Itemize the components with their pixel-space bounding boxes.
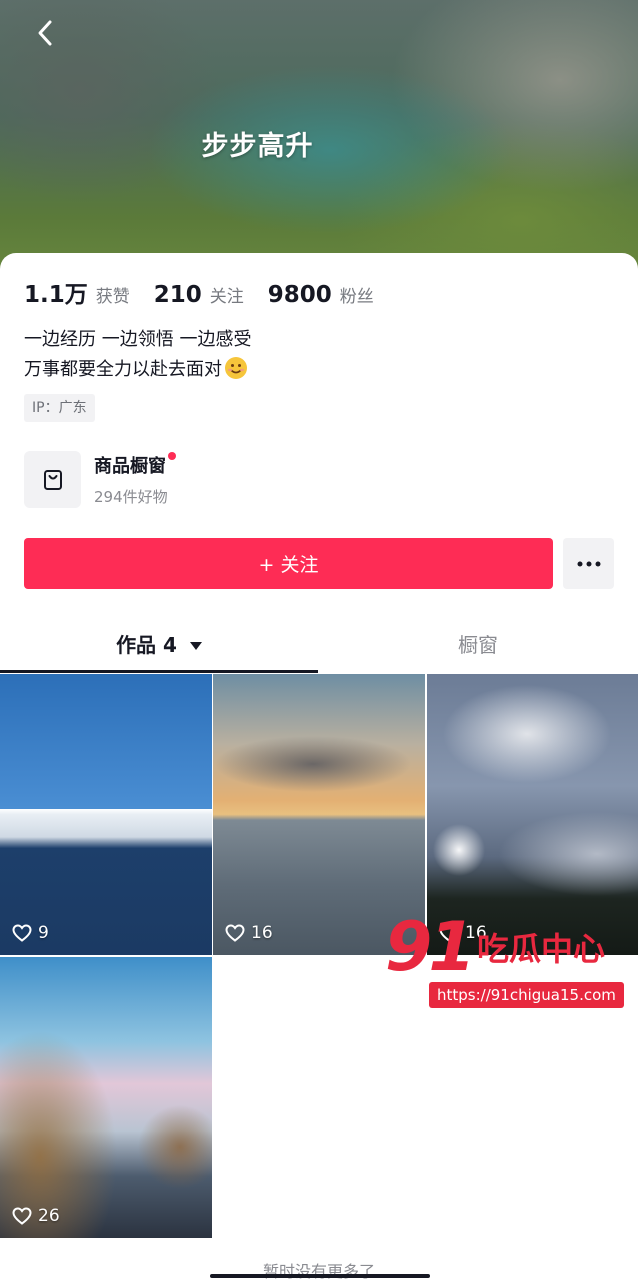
home-indicator xyxy=(210,1274,430,1278)
tab-works-label: 作品 4 xyxy=(116,633,177,657)
profile-tabs: 作品 4 橱窗 xyxy=(0,613,638,673)
watermark-logo: 91 吃瓜中心 https://91chigua15.com xyxy=(385,908,625,1010)
bio-line-2: 万事都要全力以赴去面对 xyxy=(24,359,222,380)
shop-text: 商品橱窗 294件好物 xyxy=(94,452,176,507)
stat-likes-value: 1.1万 xyxy=(24,282,88,308)
chevron-left-icon xyxy=(38,20,52,46)
triangle-down-icon[interactable] xyxy=(189,641,202,651)
like-count: 16 xyxy=(225,923,273,943)
profile-card: 1.1万 获赞 210 关注 9800 粉丝 一边经历 一边领悟 一边感受 万事… xyxy=(0,253,638,1280)
profile-banner: 步步高升 xyxy=(0,0,638,290)
stat-followers-label: 粉丝 xyxy=(339,287,374,307)
stat-followers-value: 9800 xyxy=(267,282,332,308)
bio-line-2-wrap: 万事都要全力以赴去面对 xyxy=(24,355,251,385)
stat-likes-label: 获赞 xyxy=(95,287,130,307)
shop-icon-box xyxy=(24,451,81,508)
shop-window-entry[interactable]: 商品橱窗 294件好物 xyxy=(24,451,176,508)
bio-line-1: 一边经历 一边领悟 一边感受 xyxy=(24,329,252,350)
stat-following[interactable]: 210 关注 xyxy=(154,282,244,308)
stat-following-value: 210 xyxy=(153,282,202,308)
profile-bio: 一边经历 一边领悟 一边感受 万事都要全力以赴去面对 xyxy=(24,325,251,385)
heart-icon xyxy=(12,924,32,942)
profile-stats: 1.1万 获赞 210 关注 9800 粉丝 xyxy=(24,275,398,309)
stat-followers[interactable]: 9800 粉丝 xyxy=(268,282,374,308)
watermark-text: 吃瓜中心 xyxy=(477,930,606,968)
stat-following-label: 关注 xyxy=(209,287,244,307)
like-count: 26 xyxy=(12,1206,60,1226)
like-count-value: 16 xyxy=(251,923,273,943)
heart-icon xyxy=(12,1207,32,1225)
ip-location-tag: IP：广东 xyxy=(24,394,95,422)
video-tile-4[interactable]: 26 xyxy=(0,957,212,1238)
more-dots-icon xyxy=(577,561,600,566)
notification-dot xyxy=(168,452,176,460)
like-count-value: 26 xyxy=(38,1206,60,1226)
more-options-button[interactable] xyxy=(563,538,614,589)
like-count-value: 9 xyxy=(38,923,49,943)
tab-works[interactable]: 作品 4 xyxy=(0,629,318,658)
heart-icon xyxy=(225,924,245,942)
shop-subtitle: 294件好物 xyxy=(94,488,168,506)
active-tab-indicator xyxy=(0,670,318,673)
shopping-bag-icon xyxy=(43,469,62,490)
tab-shop-window[interactable]: 橱窗 xyxy=(318,629,638,658)
watermark-number: 91 xyxy=(385,908,476,987)
profile-name: 步步高升 xyxy=(201,131,314,162)
like-count: 9 xyxy=(12,923,49,943)
stat-likes[interactable]: 1.1万 获赞 xyxy=(24,275,130,309)
follow-button[interactable]: + 关注 xyxy=(24,538,553,589)
watermark-url: https://91chigua15.com xyxy=(429,982,624,1008)
video-tile-1[interactable]: 9 xyxy=(0,674,212,955)
shop-title: 商品橱窗 xyxy=(94,456,166,477)
back-button[interactable] xyxy=(30,18,60,48)
smile-emoji xyxy=(225,357,247,379)
shop-title-wrap: 商品橱窗 xyxy=(94,452,176,478)
